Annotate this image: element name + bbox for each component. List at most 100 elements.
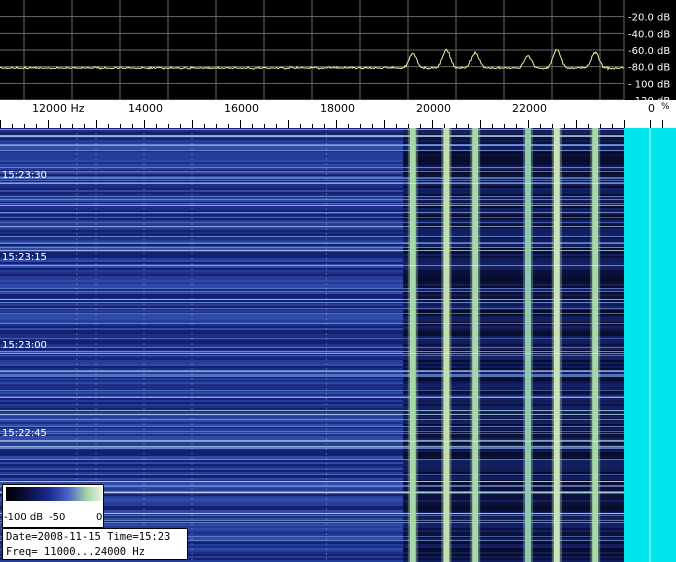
waterfall-noise-row [0,262,404,264]
waterfall-noise-row [0,422,404,424]
waterfall-signal-line [592,128,599,562]
waterfall-noise-row [0,324,404,326]
color-scale-bar [6,487,102,501]
waterfall-noise-row [0,386,404,388]
waterfall-noise-row [0,266,404,268]
waterfall-noise-row [0,270,404,272]
waterfall-noise-row [0,334,404,336]
waterfall-noise-row [0,210,404,212]
waterfall-noise-row [0,272,404,274]
waterfall-noise-row [0,228,404,230]
waterfall-noise-row [0,468,404,470]
waterfall-noise-row [0,248,404,250]
waterfall-noise-row [0,162,404,164]
waterfall-signal-line [443,128,450,562]
waterfall-noise-row [0,404,404,406]
frequency-tick-label: 12000 Hz [32,102,85,115]
level-meter-value: 0 [648,102,655,115]
frequency-tick-mark [624,120,625,128]
waterfall-noise-row [0,138,404,140]
frequency-tick-mark [192,120,193,128]
time-marker-line [0,353,624,354]
time-label: 15:22:45 [2,428,47,439]
waterfall-noise-row [0,188,404,190]
waterfall-noise-row [0,388,404,390]
time-marker-line [0,265,624,266]
frequency-tick-label: 16000 [224,102,259,115]
time-label: 15:23:30 [2,170,47,181]
waterfall-noise-row [0,362,404,364]
waterfall-noise-row [0,428,404,430]
time-marker-line [0,183,624,184]
waterfall-noise-row [0,140,404,142]
spectrum-y-tick-label: -80.0 dB [628,63,670,74]
frequency-tick-mark [240,120,241,128]
waterfall-noise-row [0,230,404,232]
waterfall-signal-line [525,128,531,562]
waterfall-noise-row [0,158,404,160]
waterfall-noise-row [0,132,404,134]
waterfall-noise-row [0,472,404,474]
frequency-tick-mark [0,120,1,128]
waterfall-noise-row [0,444,404,446]
waterfall-noise-row [0,348,404,350]
waterfall-noise-row [0,454,404,456]
waterfall-noise-row [0,310,404,312]
waterfall-noise-row [0,478,404,480]
waterfall-noise-row [0,304,404,306]
waterfall-noise-row [0,384,404,386]
frequency-tick-mark [384,120,385,128]
waterfall-signal-line [472,128,479,562]
level-meter-unit: % [661,102,670,112]
waterfall-noise-row [0,326,404,328]
waterfall-noise-row [0,146,404,148]
waterfall-noise-row [0,450,404,452]
color-scale-tick-label: -50 [49,512,66,523]
waterfall-noise-row [0,268,404,270]
waterfall-noise-row [0,320,404,322]
waterfall-noise-row [0,332,404,334]
frequency-tick-mark [480,120,481,128]
frequency-tick-mark [528,120,529,128]
spectrum-y-tick-label: -20.0 dB [628,13,670,24]
waterfall-noise-row [0,394,404,396]
waterfall-noise-row [0,342,404,344]
date-time-line: Date=2008-11-15 Time=15:23 [6,531,171,543]
frequency-range-line: Freq= 11000...24000 Hz [6,546,146,558]
waterfall-noise-row [0,340,404,342]
waterfall-noise-row [0,232,404,234]
waterfall-signal-line [553,128,560,562]
frequency-tick-mark [576,120,577,128]
waterfall-noise-row [0,436,404,438]
time-label: 15:23:00 [2,340,47,351]
frequency-axis: 12000 Hz 14000 16000 18000 20000 22000 0 % [0,100,676,128]
waterfall-noise-row [0,258,404,260]
level-meter-tick [650,120,651,128]
frequency-tick-label: 18000 [320,102,355,115]
waterfall-noise-row [0,224,404,226]
waterfall-noise-row [0,130,404,132]
waterfall-noise-row [0,366,404,368]
waterfall-noise-row [0,256,404,258]
waterfall-noise-row [0,152,404,154]
waterfall-noise-row [0,364,404,366]
waterfall-noise-row [0,156,404,158]
waterfall-noise-row [0,278,404,280]
waterfall-signal-line [409,128,416,562]
waterfall-noise-row [0,190,404,192]
waterfall-noise-row [0,154,404,156]
time-marker-line [0,441,624,442]
frequency-tick-mark [144,120,145,128]
waterfall-noise-row [0,434,404,436]
waterfall-noise-row [0,420,404,422]
color-scale-tick-label: 0 [96,512,103,523]
waterfall-noise-row [0,452,404,454]
frequency-tick-label: 20000 [416,102,451,115]
waterfall-noise-row [0,300,404,302]
waterfall-noise-row [0,192,404,194]
waterfall-noise-row [0,330,404,332]
waterfall-noise-row [0,306,404,308]
waterfall-noise-row [0,416,404,418]
waterfall-noise-row [0,148,404,150]
spectrum-y-tick-label: -60.0 dB [628,46,670,57]
